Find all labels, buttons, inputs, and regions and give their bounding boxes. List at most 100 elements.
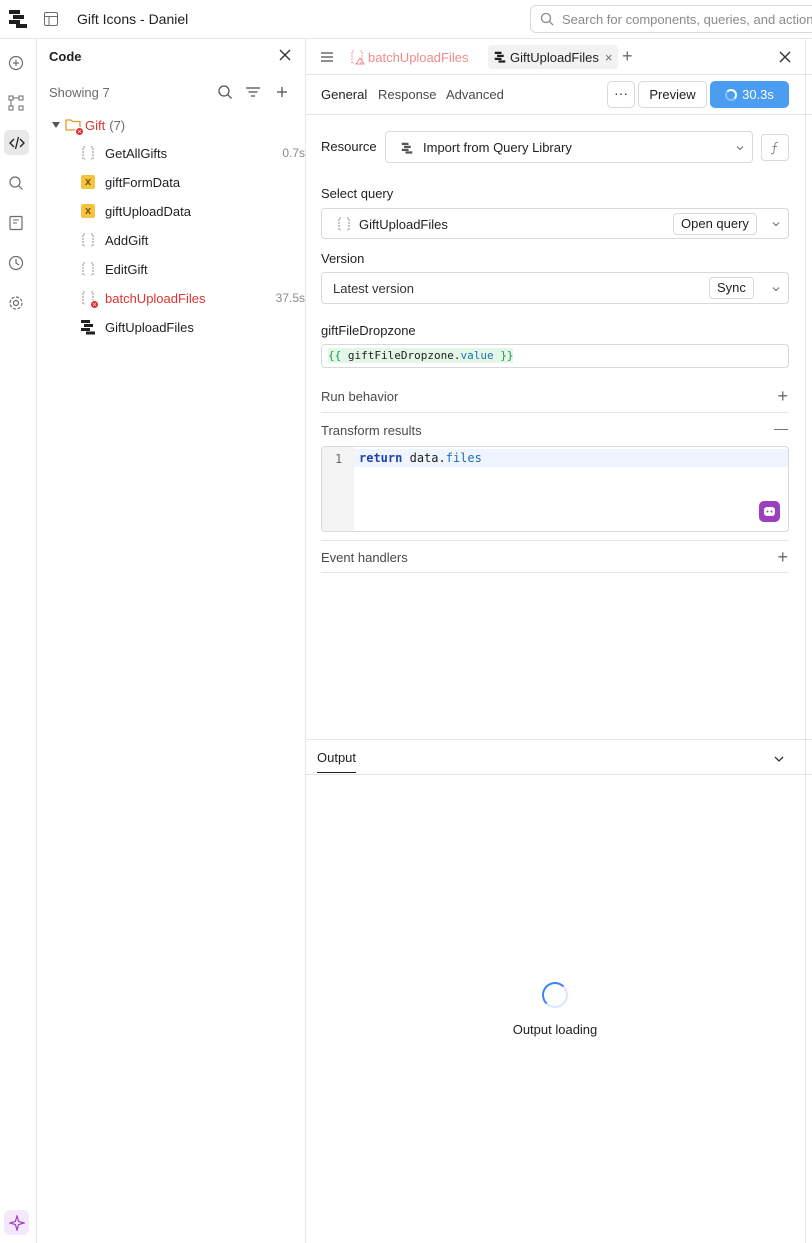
search-icon[interactable] [217, 84, 233, 100]
variable-icon: x [80, 174, 96, 190]
param-label: giftFileDropzone [321, 323, 416, 338]
code-panel-title: Code [49, 49, 82, 64]
search-placeholder: Search for components, queries, and acti… [562, 11, 812, 27]
add-icon[interactable] [8, 55, 24, 71]
query-error-icon [351, 50, 365, 65]
query-error-icon: × [80, 290, 99, 309]
template-expression: {{ giftFileDropzone.value }} [328, 348, 514, 363]
search-icon [540, 12, 554, 26]
add-query-icon[interactable] [274, 84, 290, 100]
output-loading-text: Output loading [512, 1022, 598, 1037]
folder-name: Gift [85, 117, 106, 133]
query-select[interactable]: GiftUploadFiles Open query [321, 208, 789, 239]
function-toggle-button[interactable] [761, 134, 789, 161]
template-identifier: giftFileDropzone [347, 349, 454, 362]
param-input[interactable]: {{ giftFileDropzone.value }} [321, 344, 789, 368]
code-panel: Code Showing 7 × Gift (7) GetAllGifts 0.… [38, 39, 306, 1243]
tab-response[interactable]: Response [378, 87, 437, 102]
query-item[interactable]: x giftFormData [80, 171, 300, 193]
caret-down-icon[interactable] [52, 121, 60, 129]
close-tab-icon[interactable]: × [605, 50, 613, 65]
tab-general[interactable]: General [321, 87, 367, 102]
folder-count: (7) [109, 117, 126, 133]
output-panel-header: Output [306, 739, 812, 775]
query-item[interactable]: AddGift [80, 229, 300, 251]
loading-spinner-icon [725, 88, 738, 101]
close-icon[interactable] [279, 49, 291, 61]
loading-spinner-icon [542, 982, 568, 1008]
query-item[interactable]: EditGift [80, 258, 300, 280]
preview-button[interactable]: Preview [638, 81, 707, 108]
tab-giftuploadfiles[interactable]: GiftUploadFiles × [488, 45, 619, 69]
folder-gift[interactable]: × Gift (7) [52, 116, 126, 136]
search-icon[interactable] [8, 175, 24, 191]
library-query-icon [401, 142, 413, 154]
code-property: files [445, 451, 482, 465]
tab-label: batchUploadFiles [368, 49, 469, 65]
folder-icon: × [65, 117, 84, 136]
query-count: Showing 7 [49, 85, 110, 100]
query-select-value: GiftUploadFiles [359, 217, 448, 232]
add-tab-button[interactable]: + [622, 47, 633, 65]
more-options-button[interactable]: ··· [607, 81, 635, 108]
top-bar: Gift Icons - Daniel Search for component… [0, 0, 812, 39]
query-item[interactable]: GetAllGifts 0.7s [80, 142, 305, 164]
assist-icon[interactable] [4, 1210, 29, 1235]
template-open-brace: {{ [328, 349, 342, 362]
query-icon [80, 261, 96, 277]
components-icon[interactable] [8, 95, 24, 111]
open-query-button[interactable]: Open query [673, 213, 757, 235]
settings-icon[interactable] [8, 295, 24, 311]
history-icon[interactable] [8, 255, 24, 271]
query-item[interactable]: x giftUploadData [80, 200, 300, 222]
run-time: 30.3s [742, 87, 774, 102]
collapse-icon[interactable]: — [774, 420, 788, 436]
query-item[interactable]: × batchUploadFiles 37.5s [80, 287, 305, 309]
select-query-label: Select query [321, 186, 394, 201]
tab-batchuploadfiles[interactable]: batchUploadFiles [349, 48, 468, 66]
search-input[interactable]: Search for components, queries, and acti… [530, 5, 812, 33]
tab-advanced[interactable]: Advanced [446, 87, 504, 102]
filter-icon[interactable] [245, 84, 261, 100]
resource-value: Import from Query Library [423, 140, 572, 155]
event-handlers-section[interactable]: Event handlers + [321, 540, 789, 573]
query-name: giftFormData [105, 174, 181, 190]
query-editor: batchUploadFiles GiftUploadFiles × + Gen… [306, 39, 812, 1243]
chevron-down-icon[interactable] [771, 284, 781, 294]
expand-icon[interactable]: + [777, 386, 788, 407]
library-query-icon [494, 51, 506, 63]
transform-results-label: Transform results [321, 423, 422, 438]
code-icon[interactable] [4, 130, 29, 155]
query-time: 37.5s [275, 291, 305, 305]
run-behavior-section[interactable]: Run behavior + [321, 380, 789, 413]
menu-icon[interactable] [320, 50, 334, 64]
sync-button[interactable]: Sync [709, 277, 754, 299]
query-name: giftUploadData [105, 203, 191, 219]
state-icon[interactable] [8, 215, 24, 231]
assist-bot-icon [764, 507, 775, 516]
transform-code-editor[interactable]: 1 return data.files [321, 446, 789, 532]
run-button[interactable]: 30.3s [710, 81, 789, 108]
query-icon [80, 232, 96, 248]
chevron-down-icon[interactable] [771, 219, 781, 229]
version-value: Latest version [333, 281, 414, 296]
resource-select[interactable]: Import from Query Library [385, 131, 753, 163]
tab-output[interactable]: Output [317, 750, 357, 773]
code-keyword: return [359, 451, 403, 465]
line-number: 1 [335, 452, 343, 466]
left-rail [0, 39, 37, 1243]
query-time: 0.7s [282, 146, 305, 160]
close-icon[interactable] [779, 51, 791, 63]
retool-logo-icon[interactable] [9, 10, 27, 28]
ai-assist-button[interactable] [759, 501, 780, 522]
version-select[interactable]: Latest version Sync [321, 272, 789, 304]
variable-icon: x [80, 203, 96, 219]
expand-icon[interactable]: + [777, 547, 788, 568]
layout-toggle-icon[interactable] [44, 12, 58, 26]
query-item[interactable]: GiftUploadFiles [80, 316, 300, 338]
chevron-down-icon[interactable] [773, 753, 785, 765]
code-line: return data.files [354, 449, 788, 467]
tab-label: GiftUploadFiles [510, 49, 599, 65]
app-title[interactable]: Gift Icons - Daniel [77, 11, 188, 27]
query-name: GiftUploadFiles [105, 319, 194, 335]
